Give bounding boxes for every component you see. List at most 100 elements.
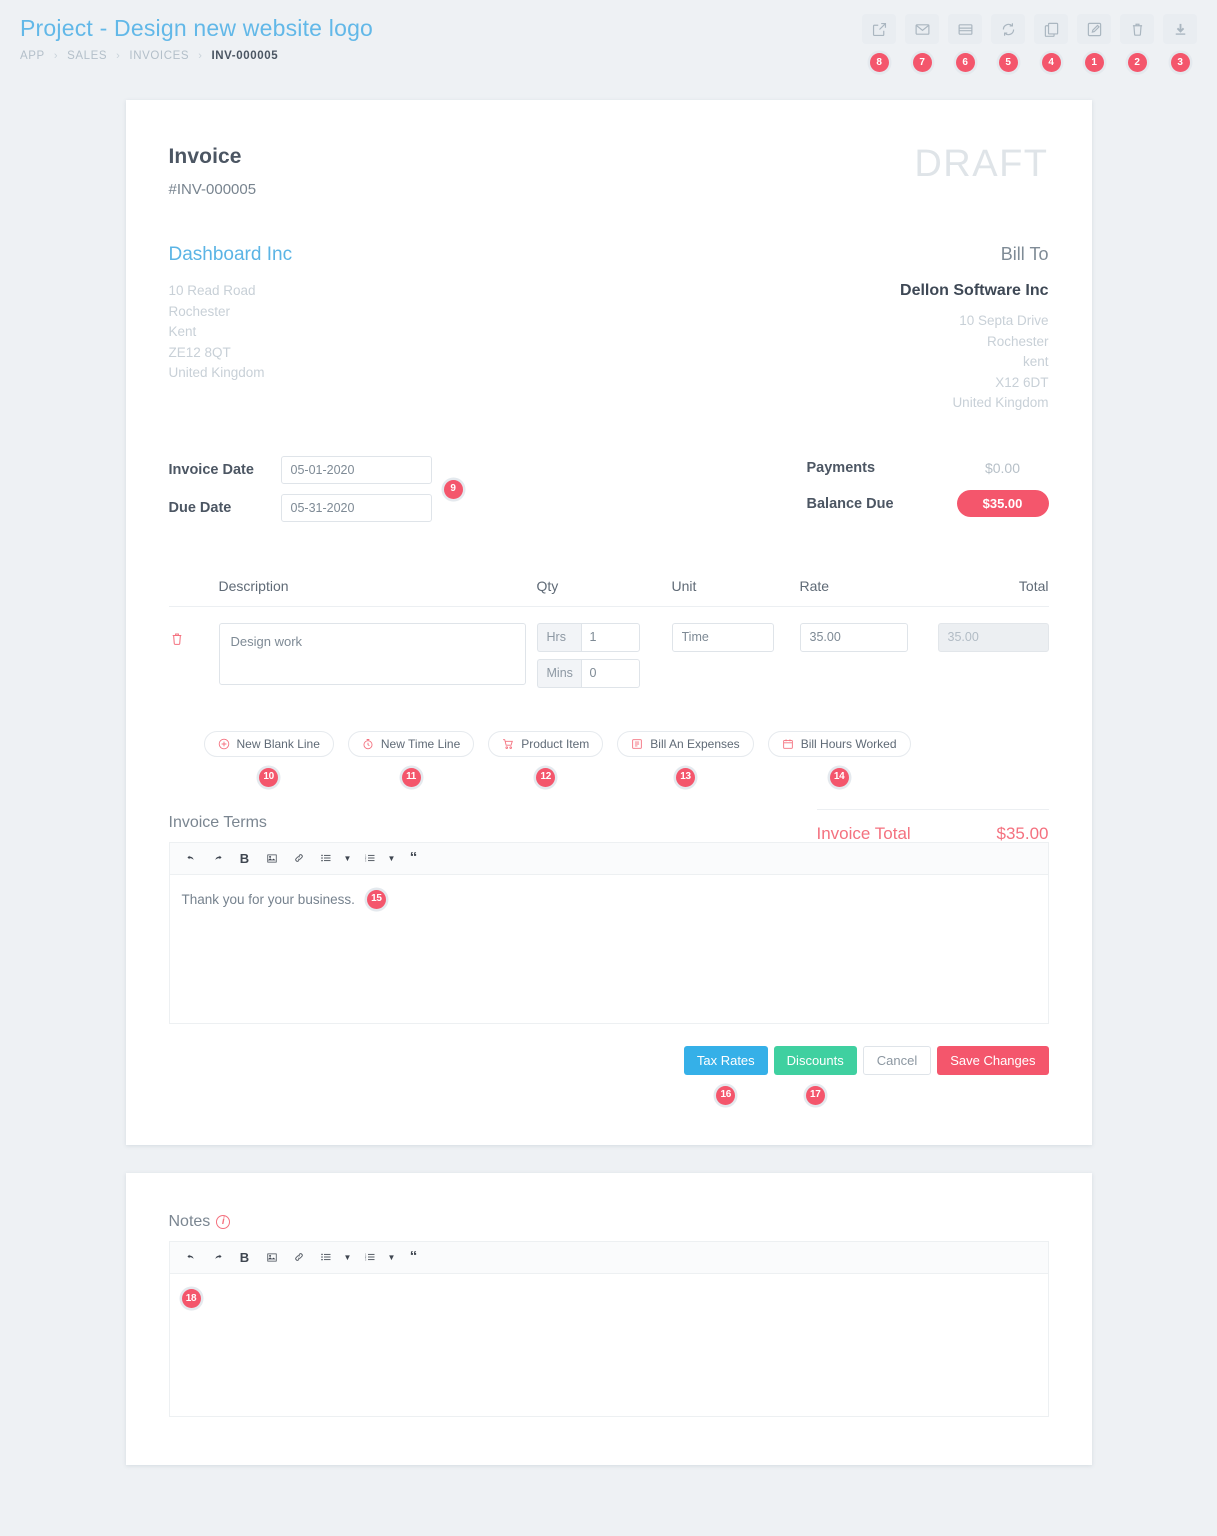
due-date-input[interactable] <box>280 493 432 522</box>
svg-text:3: 3 <box>365 1260 367 1262</box>
quote-icon[interactable]: “ <box>403 848 425 868</box>
chevron-down-icon[interactable]: ▼ <box>342 854 354 863</box>
add-bill-hours-worked[interactable]: Bill Hours Worked 14 <box>767 730 911 787</box>
description-input[interactable]: Design work <box>218 622 526 685</box>
discounts-button[interactable]: Discounts <box>773 1045 857 1075</box>
bill-an-expenses-button[interactable]: Bill An Expenses <box>617 730 754 757</box>
breadcrumb-item-sales[interactable]: SALES <box>67 50 107 62</box>
payments-value: $0.00 <box>984 459 1021 476</box>
image-icon[interactable] <box>261 1247 283 1267</box>
stopwatch-icon <box>362 738 374 750</box>
link-icon[interactable] <box>288 1247 310 1267</box>
tax-rates-button[interactable]: Tax Rates <box>683 1045 768 1075</box>
from-address: 10 Read Road Rochester Kent ZE12 8QT Uni… <box>169 281 293 384</box>
hours-label: Hrs <box>536 622 581 652</box>
notes-label: Notes <box>168 1212 211 1230</box>
bill-to-block: Bill To Dellon Software Inc 10 Septa Dri… <box>900 244 1048 414</box>
quote-icon[interactable]: “ <box>403 1247 425 1267</box>
new-blank-line-button[interactable]: New Blank Line <box>203 730 334 757</box>
link-icon[interactable] <box>288 848 310 868</box>
notes-label-row: Notes i <box>169 1213 1049 1231</box>
redo-icon[interactable] <box>207 848 229 868</box>
address-line: kent <box>1022 354 1049 369</box>
chevron-right-icon: › <box>116 49 121 62</box>
chevron-down-icon[interactable]: ▼ <box>386 1253 398 1262</box>
column-header-rate: Rate <box>799 577 830 594</box>
add-bill-expenses[interactable]: Bill An Expenses 13 <box>617 730 754 787</box>
cancel-button[interactable]: Cancel <box>862 1045 932 1075</box>
credit-card-icon[interactable] <box>948 14 982 44</box>
button-label: Bill Hours Worked <box>800 736 897 751</box>
add-new-blank-line[interactable]: New Blank Line 10 <box>203 730 334 787</box>
share-icon[interactable] <box>862 14 896 44</box>
edit-icon[interactable] <box>1077 14 1111 44</box>
delete-line-button[interactable] <box>169 623 219 652</box>
column-header-description: Description <box>218 577 289 594</box>
invoice-date-input[interactable] <box>280 455 432 484</box>
toolbar-action-recurring[interactable]: 5 <box>991 14 1025 72</box>
copy-icon[interactable] <box>1034 14 1068 44</box>
add-new-time-line[interactable]: New Time Line 11 <box>347 730 475 787</box>
undo-icon[interactable] <box>180 1247 202 1267</box>
product-item-button[interactable]: Product Item <box>488 730 604 757</box>
button-label: New Blank Line <box>236 736 320 751</box>
unit-input[interactable] <box>671 622 774 652</box>
chevron-down-icon[interactable]: ▼ <box>386 854 398 863</box>
bill-hours-worked-button[interactable]: Bill Hours Worked <box>767 730 911 757</box>
description-cell: Design work <box>218 622 537 690</box>
rate-cell <box>799 622 938 652</box>
marker-badge: 17 <box>805 1085 825 1105</box>
minutes-input[interactable] <box>580 658 640 688</box>
bill-to-address: 10 Septa Drive Rochester kent X12 6DT Un… <box>900 311 1048 414</box>
new-time-line-button[interactable]: New Time Line <box>347 730 475 757</box>
qty-cell: Hrs Mins <box>536 622 672 695</box>
envelope-icon[interactable] <box>905 14 939 44</box>
toolbar-action-payment[interactable]: 6 <box>948 14 982 72</box>
invoice-total-value: $35.00 <box>996 823 1049 843</box>
image-icon[interactable] <box>261 848 283 868</box>
terms-editor-body[interactable]: Thank you for your business. 15 <box>169 874 1048 1023</box>
hours-input[interactable] <box>580 622 640 652</box>
bullet-list-icon[interactable] <box>315 848 337 868</box>
invoice-date-row: Invoice Date <box>169 455 432 484</box>
rate-input[interactable] <box>799 622 908 652</box>
refresh-icon[interactable] <box>991 14 1025 44</box>
address-line: ZE12 8QT <box>168 344 231 360</box>
table-row: Design work Hrs Mins <box>169 607 1049 695</box>
due-date-label: Due Date <box>168 499 232 516</box>
minutes-label: Mins <box>536 658 581 688</box>
button-label: New Time Line <box>380 736 461 751</box>
toolbar-action-duplicate[interactable]: 4 <box>1034 14 1068 72</box>
company-name[interactable]: Dashboard Inc <box>169 244 293 266</box>
breadcrumb-item-app[interactable]: APP <box>20 50 45 62</box>
chevron-down-icon[interactable]: ▼ <box>342 1253 354 1262</box>
marker-badge: 14 <box>829 767 849 787</box>
bold-icon[interactable]: B <box>234 1247 256 1267</box>
toolbar-action-edit[interactable]: 1 <box>1077 14 1111 72</box>
numbered-list-icon[interactable]: 123 <box>359 1247 381 1267</box>
trash-icon[interactable] <box>1120 14 1154 44</box>
download-icon[interactable] <box>1163 14 1197 44</box>
save-wrap: Save Changes <box>937 1045 1049 1075</box>
undo-icon[interactable] <box>180 848 202 868</box>
bullet-list-icon[interactable] <box>315 1247 337 1267</box>
toolbar-action-email[interactable]: 7 <box>905 14 939 72</box>
tax-rates-wrap: Tax Rates 16 <box>683 1045 768 1105</box>
marker-badge: 13 <box>675 767 695 787</box>
toolbar-action-download[interactable]: 3 <box>1163 14 1197 72</box>
add-product-item[interactable]: Product Item 12 <box>488 730 604 787</box>
bold-icon[interactable]: B <box>234 848 256 868</box>
address-line: 10 Read Road <box>168 283 256 298</box>
breadcrumb-item-invoices[interactable]: INVOICES <box>129 50 189 62</box>
payments-label: Payments <box>806 459 876 476</box>
notes-editor-body[interactable]: 18 <box>169 1273 1048 1416</box>
cancel-wrap: Cancel <box>862 1045 932 1075</box>
toolbar-action-share[interactable]: 8 <box>862 14 896 72</box>
minutes-input-group: Mins <box>536 658 640 688</box>
numbered-list-icon[interactable]: 123 <box>359 848 381 868</box>
info-icon[interactable]: i <box>216 1214 231 1229</box>
save-changes-button[interactable]: Save Changes <box>937 1045 1049 1075</box>
toolbar-action-delete[interactable]: 2 <box>1120 14 1154 72</box>
marker-badge: 2 <box>1127 53 1147 72</box>
redo-icon[interactable] <box>207 1247 229 1267</box>
